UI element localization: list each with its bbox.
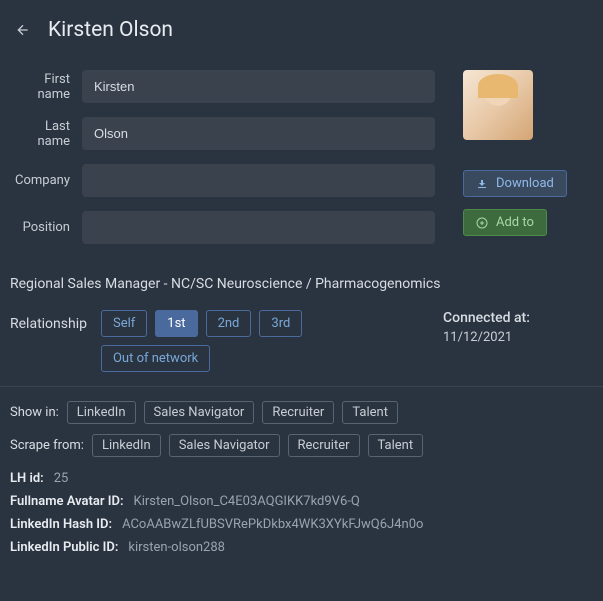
add-to-button[interactable]: Add to (463, 209, 547, 236)
headline: Regional Sales Manager - NC/SC Neuroscie… (10, 276, 593, 292)
company-input[interactable] (82, 164, 435, 197)
fullname-avatar-id-value: Kirsten_Olson_C4E03AQGIKK7kd9V6-Q (134, 494, 360, 509)
relationship-label: Relationship (10, 310, 87, 332)
relationship-chip-self[interactable]: Self (101, 310, 147, 337)
position-label: Position (10, 220, 82, 235)
scrape-from-sales-navigator[interactable]: Sales Navigator (169, 434, 280, 457)
linkedin-public-id-label: LinkedIn Public ID: (10, 540, 118, 555)
relationship-chip-3rd[interactable]: 3rd (259, 310, 302, 337)
download-label: Download (496, 176, 554, 191)
show-in-label: Show in: (10, 405, 59, 420)
show-in-sales-navigator[interactable]: Sales Navigator (144, 401, 255, 424)
linkedin-hash-id-value: ACoAABwZLfUBSVRePkDkbx4WK3XYkFJwQ6J4n0o (122, 517, 423, 532)
page-title: Kirsten Olson (48, 18, 173, 42)
last-name-label: Last name (10, 119, 82, 149)
linkedin-hash-id-label: LinkedIn Hash ID: (10, 517, 112, 532)
first-name-label: First name (10, 72, 82, 102)
form-fields: First name Last name Company Position (10, 70, 435, 258)
scrape-from-label: Scrape from: (10, 438, 84, 453)
connected-date: 11/12/2021 (443, 330, 593, 345)
fullname-avatar-id-label: Fullname Avatar ID: (10, 494, 124, 509)
scrape-from-talent[interactable]: Talent (368, 434, 424, 457)
position-input[interactable] (82, 211, 435, 244)
lh-id-value: 25 (54, 471, 69, 486)
company-label: Company (10, 173, 82, 188)
show-in-linkedin[interactable]: LinkedIn (67, 401, 136, 424)
show-in-recruiter[interactable]: Recruiter (262, 401, 334, 424)
scrape-from-linkedin[interactable]: LinkedIn (92, 434, 161, 457)
show-in-talent[interactable]: Talent (342, 401, 398, 424)
connected-info: Connected at: 11/12/2021 (443, 310, 593, 345)
lh-id-label: LH id: (10, 471, 44, 486)
download-button[interactable]: Download (463, 170, 567, 197)
page-header: Kirsten Olson (0, 0, 603, 60)
linkedin-public-id-value: kirsten-olson288 (128, 540, 225, 555)
relationship-chip-1st[interactable]: 1st (155, 310, 197, 337)
divider (0, 386, 603, 387)
scrape-from-recruiter[interactable]: Recruiter (288, 434, 360, 457)
download-icon (476, 178, 488, 190)
avatar (463, 70, 533, 140)
plus-circle-icon (476, 217, 488, 229)
relationship-chips: Self 1st 2nd 3rd Out of network (101, 310, 413, 372)
relationship-chip-2nd[interactable]: 2nd (206, 310, 252, 337)
connected-label: Connected at: (443, 310, 593, 326)
back-icon[interactable] (14, 21, 32, 39)
relationship-chip-out[interactable]: Out of network (101, 345, 210, 372)
last-name-input[interactable] (82, 117, 435, 150)
first-name-input[interactable] (82, 70, 435, 103)
add-to-label: Add to (496, 215, 534, 230)
